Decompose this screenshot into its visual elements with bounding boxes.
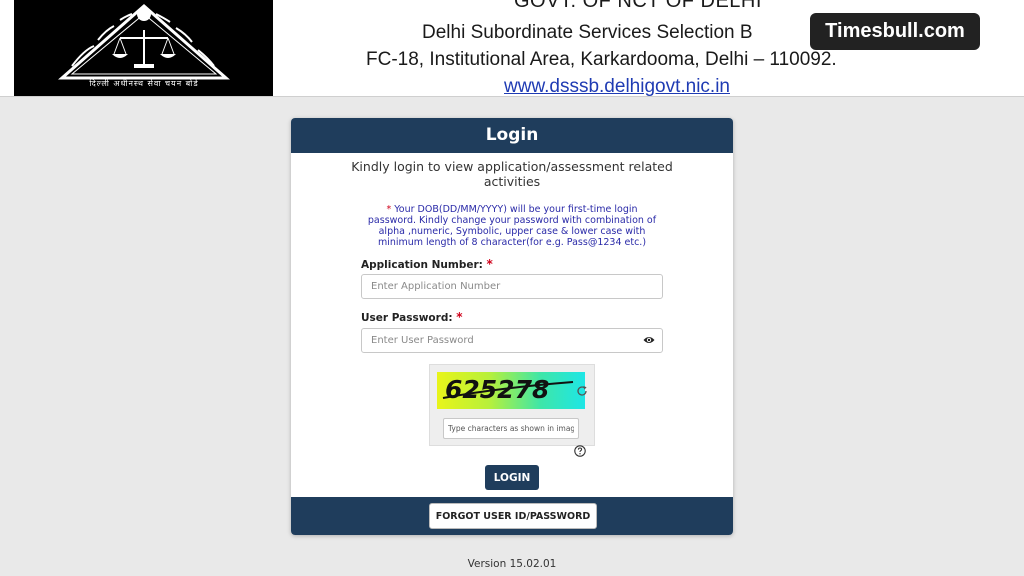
- application-number-label: Application Number: *: [361, 257, 493, 271]
- note-text: Your DOB(DD/MM/YYYY) will be your first-…: [367, 204, 657, 248]
- header-website-link[interactable]: www.dsssb.delhigovt.nic.in: [504, 76, 730, 96]
- dsssb-logo: दिल्ली अधीनस्थ सेवा चयन बोर्ड: [14, 0, 273, 96]
- application-number-label-text: Application Number:: [361, 259, 483, 271]
- watermark-badge: Timesbull.com: [810, 13, 980, 50]
- captcha-noise-line: [442, 381, 574, 399]
- required-mark: *: [486, 257, 493, 271]
- login-card-title: Login: [291, 118, 733, 153]
- required-mark: *: [456, 310, 463, 324]
- user-password-label: User Password: *: [361, 310, 462, 324]
- header-divider: [0, 96, 1024, 97]
- login-button[interactable]: LOGIN: [485, 465, 539, 490]
- captcha-box: 625278: [429, 364, 595, 446]
- user-password-label-text: User Password:: [361, 312, 453, 324]
- question-circle-icon[interactable]: [574, 445, 586, 457]
- logo-motto: दिल्ली अधीनस्थ सेवा चयन बोर्ड: [89, 79, 199, 88]
- application-number-input[interactable]: [361, 274, 663, 299]
- eye-icon[interactable]: [643, 335, 655, 345]
- user-password-input[interactable]: [361, 328, 663, 353]
- note-star: *: [386, 204, 392, 215]
- header-board-name: Delhi Subordinate Services Selection B: [422, 22, 753, 43]
- header-address: FC-18, Institutional Area, Karkardooma, …: [366, 49, 837, 70]
- login-intro-text: Kindly login to view application/assessm…: [351, 159, 673, 189]
- header-gov-line: GOVT. OF NCT OF DELHI: [514, 0, 762, 12]
- login-card: Login Kindly login to view application/a…: [291, 118, 733, 535]
- site-header: दिल्ली अधीनस्थ सेवा चयन बोर्ड GOVT. OF N…: [0, 0, 1024, 96]
- password-hint-note: * Your DOB(DD/MM/YYYY) will be your firs…: [361, 204, 663, 248]
- version-text: Version 15.02.01: [467, 558, 557, 570]
- captcha-image: 625278: [437, 372, 585, 409]
- refresh-icon[interactable]: [576, 385, 588, 397]
- captcha-input[interactable]: [443, 418, 579, 439]
- forgot-user-id-password-button[interactable]: FORGOT USER ID/PASSWORD: [429, 503, 597, 529]
